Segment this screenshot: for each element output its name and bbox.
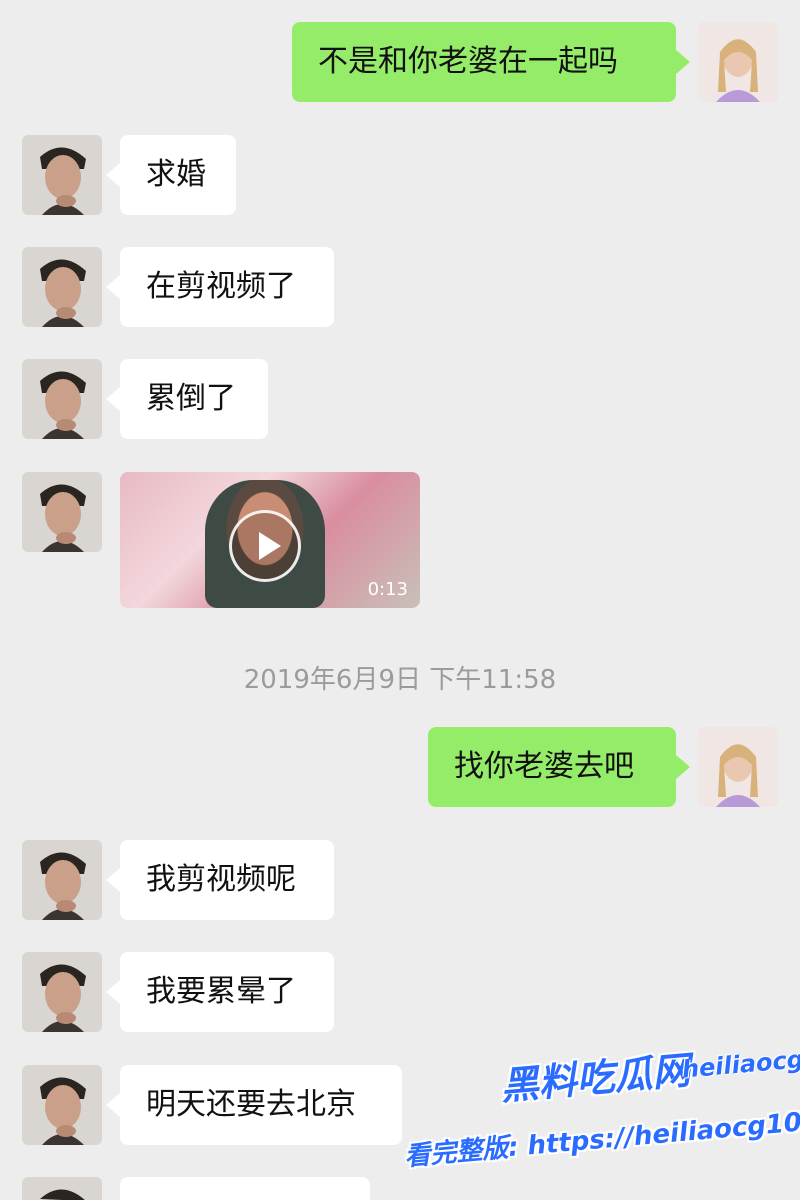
message-bubble-outgoing[interactable]: 不是和你老婆在一起吗	[292, 22, 690, 102]
avatar-contact[interactable]	[22, 135, 102, 215]
avatar-contact-image	[22, 952, 102, 1032]
message-bubble-outgoing[interactable]: 找你老婆去吧	[428, 727, 690, 807]
avatar-contact-image	[22, 472, 102, 552]
message-row-outgoing: 不是和你老婆在一起吗	[0, 22, 800, 102]
avatar-contact-image	[22, 359, 102, 439]
avatar-contact-image	[22, 247, 102, 327]
message-row-incoming-video: 0:13	[0, 472, 800, 609]
watermark: 黑料吃瓜网 heiliaocg10.com 看完整版: https://heil…	[380, 1023, 800, 1199]
avatar-contact[interactable]	[22, 472, 102, 552]
avatar-self-image	[698, 727, 778, 807]
video-duration: 0:13	[367, 579, 408, 600]
video-message[interactable]: 0:13	[120, 472, 420, 608]
watermark-url: heiliaocg10.com	[680, 1036, 800, 1084]
avatar-contact-image	[22, 1177, 102, 1200]
message-row-incoming: 求婚	[0, 135, 800, 215]
avatar-contact-image	[22, 135, 102, 215]
avatar-contact[interactable]	[22, 247, 102, 327]
avatar-contact[interactable]	[22, 359, 102, 439]
avatar-contact[interactable]	[22, 840, 102, 920]
message-row-incoming: 累倒了	[0, 359, 800, 439]
play-icon[interactable]	[229, 510, 301, 582]
avatar-self[interactable]	[698, 22, 778, 102]
avatar-contact[interactable]	[22, 952, 102, 1032]
message-row-outgoing: 找你老婆去吧	[0, 727, 800, 807]
message-row-incoming: 在剪视频了	[0, 247, 800, 327]
avatar-self-image	[698, 22, 778, 102]
message-bubble-incoming[interactable]	[120, 1177, 370, 1200]
avatar-contact-image	[22, 840, 102, 920]
message-bubble-incoming[interactable]: 我要累晕了	[106, 952, 334, 1032]
avatar-self[interactable]	[698, 727, 778, 807]
message-bubble-incoming[interactable]: 求婚	[106, 135, 236, 215]
chat-timestamp: 2019年6月9日 下午11:58	[243, 665, 557, 695]
avatar-contact[interactable]	[22, 1065, 102, 1145]
message-row-incoming: 我要累晕了	[0, 952, 800, 1032]
message-bubble-incoming[interactable]: 明天还要去北京	[106, 1065, 402, 1145]
message-row-incoming: 我剪视频呢	[0, 840, 800, 920]
message-bubble-incoming[interactable]: 在剪视频了	[106, 247, 334, 327]
message-bubble-incoming[interactable]: 我剪视频呢	[106, 840, 334, 920]
avatar-contact[interactable]	[22, 1177, 102, 1200]
avatar-contact-image	[22, 1065, 102, 1145]
watermark-line: 看完整版: https://heiliaocg10.com	[403, 1101, 800, 1173]
message-bubble-incoming[interactable]: 累倒了	[106, 359, 268, 439]
watermark-logo: 黑料吃瓜网	[498, 1048, 692, 1109]
